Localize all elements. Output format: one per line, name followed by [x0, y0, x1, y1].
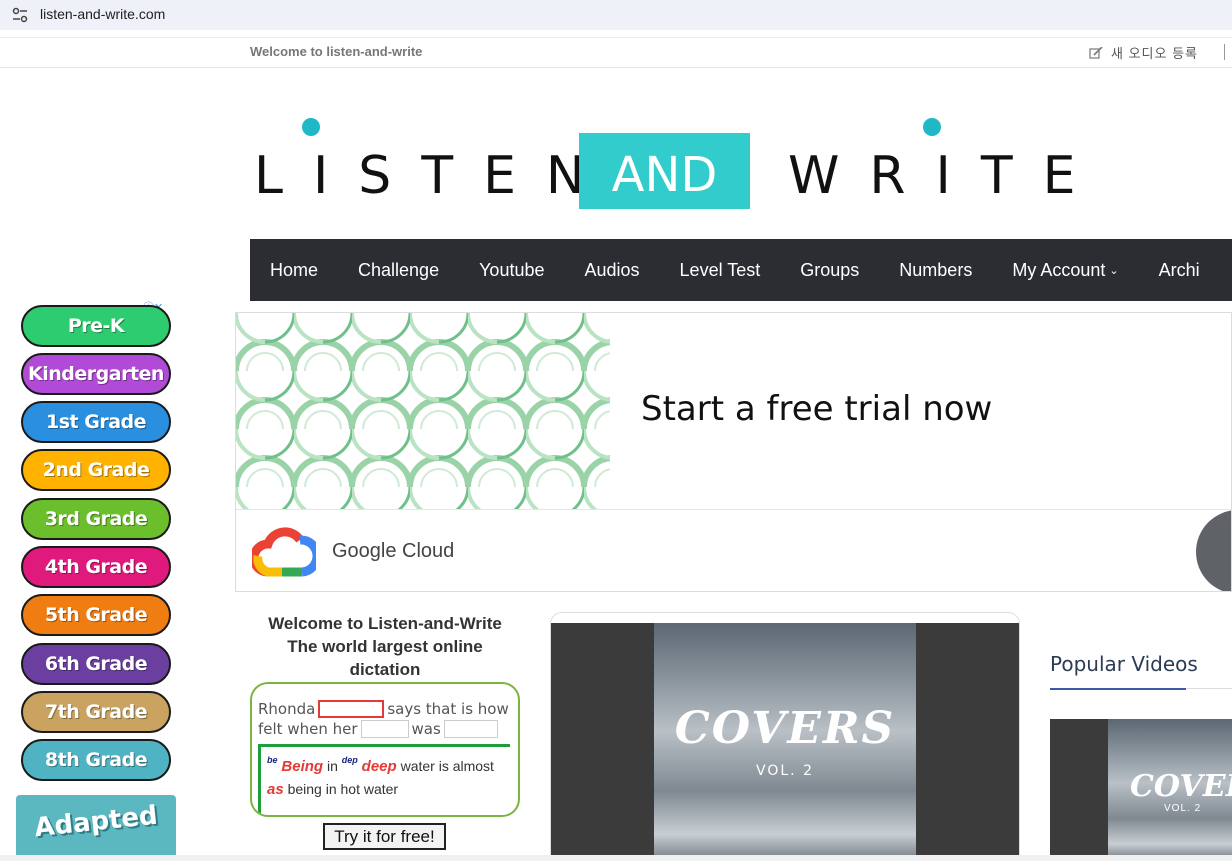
ad-pattern-image: [236, 313, 610, 509]
correction-error: Being: [281, 758, 324, 775]
nav-archive[interactable]: Archi: [1159, 239, 1200, 301]
dictation-title-line-3: dictation: [349, 660, 421, 679]
logo-dot-right: [923, 118, 941, 136]
browser-address-bar[interactable]: listen-and-write.com: [0, 0, 1232, 30]
grade-button-1st[interactable]: 1st Grade: [21, 401, 171, 443]
album-cover-image: COVERS VOL. 2: [654, 623, 916, 860]
chevron-down-icon: ⌄: [1109, 265, 1119, 277]
url-text[interactable]: listen-and-write.com: [40, 6, 165, 22]
correction-word: water is almost: [400, 758, 494, 774]
logo-listen: LISTEN: [254, 146, 615, 206]
logo-and-box: AND: [579, 133, 750, 209]
grade-button-6th[interactable]: 6th Grade: [21, 643, 171, 685]
nav-groups[interactable]: Groups: [800, 239, 859, 301]
grade-button-4th[interactable]: 4th Grade: [21, 546, 171, 588]
site-logo[interactable]: LISTEN AND WRITE: [250, 112, 1076, 212]
scroll-shadow: [0, 855, 1232, 861]
grade-button-pre-k[interactable]: Pre-K: [21, 305, 171, 347]
nav-youtube[interactable]: Youtube: [479, 239, 544, 301]
grade-button-3rd[interactable]: 3rd Grade: [21, 498, 171, 540]
correction-line-1: be Being in dep deep water is almost: [267, 755, 510, 775]
example-blank-active: [318, 700, 385, 718]
nav-home[interactable]: Home: [270, 239, 318, 301]
adapted-mind-logo[interactable]: Adapted: [16, 795, 176, 861]
heading-underline: [1050, 688, 1186, 690]
popular-video-thumbnail[interactable]: COVERS VOL. 2: [1050, 719, 1232, 861]
grade-button-kindergarten[interactable]: Kindergarten: [21, 353, 171, 395]
nav-level-test[interactable]: Level Test: [680, 239, 761, 301]
example-word: was: [411, 720, 441, 738]
divider: [1224, 44, 1225, 60]
example-corrections: be Being in dep deep water is almost as …: [258, 744, 510, 814]
popular-videos-heading: Popular Videos: [1050, 652, 1198, 676]
nav-audios[interactable]: Audios: [585, 239, 640, 301]
ad-arrow-button[interactable]: [1196, 510, 1231, 591]
example-word: Rhonda: [258, 700, 316, 718]
heading-rule: [1186, 688, 1232, 689]
correction-word: being in hot water: [287, 781, 399, 797]
grade-button-7th[interactable]: 7th Grade: [21, 691, 171, 733]
dictation-title-line-1: Welcome to Listen-and-Write: [268, 614, 502, 633]
new-audio-link[interactable]: 새 오디오 등록: [1089, 43, 1198, 62]
welcome-text: Welcome to listen-and-write: [250, 44, 423, 59]
correction-line-2: as being in hot water: [267, 781, 510, 798]
top-strip: Welcome to listen-and-write 새 오디오 등록: [0, 37, 1232, 68]
nav-my-account[interactable]: My Account ⌄: [1012, 239, 1118, 301]
example-line-1: Rhonda says that is how: [258, 700, 509, 718]
grade-button-5th[interactable]: 5th Grade: [21, 594, 171, 636]
logo-write: WRITE: [788, 146, 1106, 206]
tune-icon[interactable]: [12, 7, 28, 23]
google-cloud-icon: [252, 527, 316, 577]
thumb-volume: VOL. 2: [1164, 803, 1202, 814]
correction-error: as: [267, 781, 284, 798]
nav-my-account-label: My Account: [1012, 260, 1106, 280]
main-navigation: Home Challenge Youtube Audios Level Test Grou…: [250, 239, 1232, 301]
nav-challenge[interactable]: Challenge: [358, 239, 439, 301]
grade-button-8th[interactable]: 8th Grade: [21, 739, 171, 781]
ad-footer: Google Cloud: [236, 509, 1231, 591]
correction-hint: be: [267, 755, 278, 765]
popular-videos: Popular Videos COVERS VOL. 2: [1050, 652, 1232, 861]
new-audio-label: 새 오디오 등록: [1111, 46, 1198, 61]
correction-hint: dep: [341, 755, 358, 765]
left-grade-ad[interactable]: ⓘ✕ Pre-K Kindergarten 1st Grade 2nd Grad…: [0, 297, 185, 861]
logo-and: AND: [611, 147, 718, 203]
example-blank: [360, 720, 409, 738]
ad-headline[interactable]: Start a free trial now: [641, 389, 992, 429]
featured-video[interactable]: COVERS VOL. 2: [550, 612, 1020, 861]
ad-brand: Google Cloud: [332, 540, 455, 562]
example-word: says that is how: [387, 700, 509, 718]
try-free-button[interactable]: Try it for free!: [323, 823, 446, 850]
example-blank: [443, 720, 498, 738]
video-frame[interactable]: COVERS VOL. 2: [551, 623, 1019, 860]
example-word: felt when her: [258, 720, 358, 738]
correction-error: deep: [361, 758, 397, 775]
adapted-mind-text: Adapted: [32, 800, 160, 844]
dictation-title-line-2: The world largest online: [287, 637, 483, 656]
nav-numbers[interactable]: Numbers: [899, 239, 972, 301]
dictation-promo: Welcome to Listen-and-Write The world la…: [250, 612, 520, 852]
cover-volume: VOL. 2: [756, 763, 814, 779]
cover-title: COVERS: [674, 703, 896, 754]
dictation-example-box[interactable]: Rhonda says that is how felt when her was …: [250, 682, 520, 817]
grade-button-2nd[interactable]: 2nd Grade: [21, 449, 171, 491]
edit-icon: [1089, 47, 1103, 59]
thumb-title: COVERS: [1130, 769, 1232, 804]
example-line-2: felt when her was: [258, 720, 501, 738]
dictation-title: Welcome to Listen-and-Write The world la…: [250, 612, 520, 681]
correction-word: in: [326, 758, 338, 774]
logo-dot-left: [302, 118, 320, 136]
google-cloud-ad[interactable]: Start a free trial now Google Cloud: [235, 312, 1232, 592]
